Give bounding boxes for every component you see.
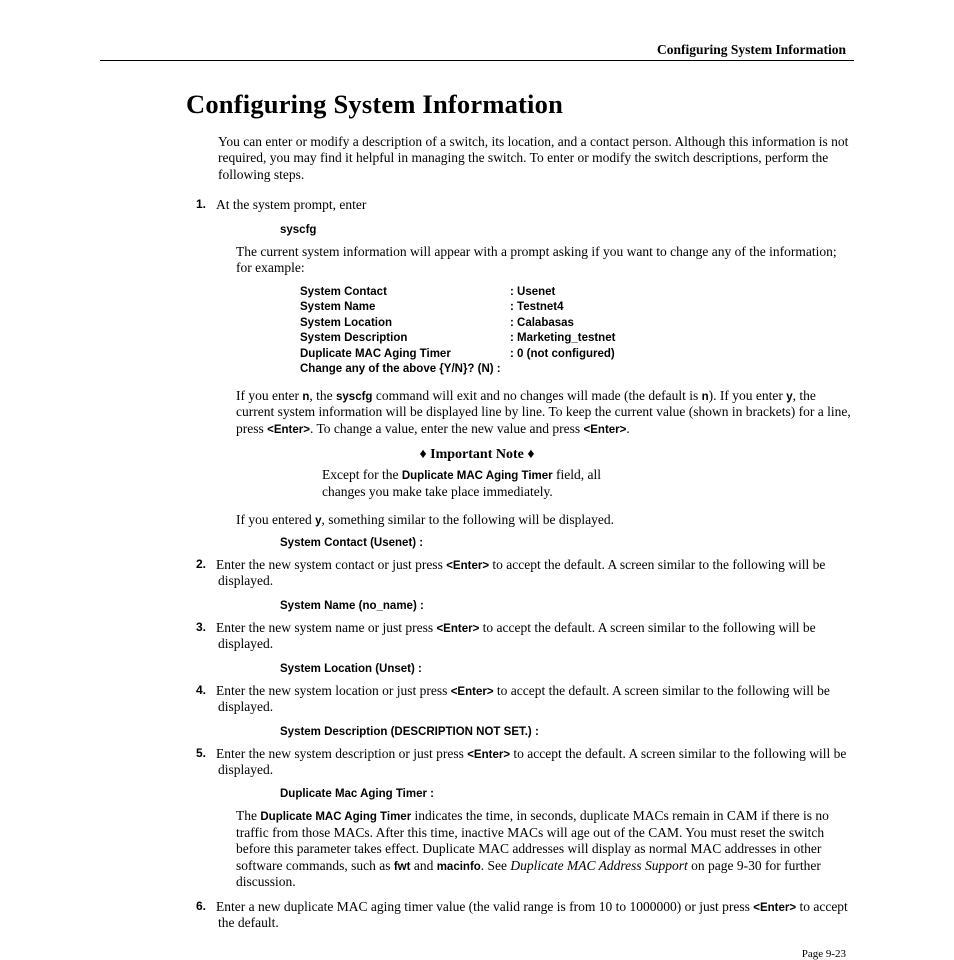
command-syscfg: syscfg bbox=[280, 224, 854, 236]
step-3: 3.Enter the new system name or just pres… bbox=[218, 620, 854, 653]
system-output: System Contact: Usenet System Name: Test… bbox=[300, 285, 854, 378]
prompt-system-description: System Description (DESCRIPTION NOT SET.… bbox=[280, 726, 854, 738]
important-note-title: ♦ Important Note ♦ bbox=[100, 447, 854, 463]
page: Configuring System Information Configuri… bbox=[0, 0, 954, 960]
step-text: At the system prompt, enter bbox=[216, 197, 366, 212]
prompt-system-name: System Name (no_name) : bbox=[280, 600, 854, 612]
step-number: 1. bbox=[196, 197, 216, 212]
page-title: Configuring System Information bbox=[186, 89, 854, 120]
intro-paragraph: You can enter or modify a description of… bbox=[218, 134, 854, 183]
step-2: 2.Enter the new system contact or just p… bbox=[218, 557, 854, 590]
step-5: 5.Enter the new system description or ju… bbox=[218, 746, 854, 779]
step-6: 6.Enter a new duplicate MAC aging timer … bbox=[218, 899, 854, 932]
important-note-body: Except for the Duplicate MAC Aging Timer… bbox=[322, 467, 632, 500]
prompt-duplicate-mac: Duplicate Mac Aging Timer : bbox=[280, 788, 854, 800]
prompt-system-location: System Location (Unset) : bbox=[280, 663, 854, 675]
step-1: 1.At the system prompt, enter bbox=[218, 197, 854, 213]
step-1-para: The current system information will appe… bbox=[236, 244, 854, 277]
step-1-ify: If you entered y, something similar to t… bbox=[236, 512, 854, 528]
step-5-explain: The Duplicate MAC Aging Timer indicates … bbox=[236, 808, 854, 890]
header-rule bbox=[100, 60, 854, 61]
step-1-explain: If you enter n, the syscfg command will … bbox=[236, 388, 854, 437]
prompt-system-contact: System Contact (Usenet) : bbox=[280, 537, 854, 549]
running-header: Configuring System Information bbox=[100, 42, 854, 58]
step-4: 4.Enter the new system location or just … bbox=[218, 683, 854, 716]
